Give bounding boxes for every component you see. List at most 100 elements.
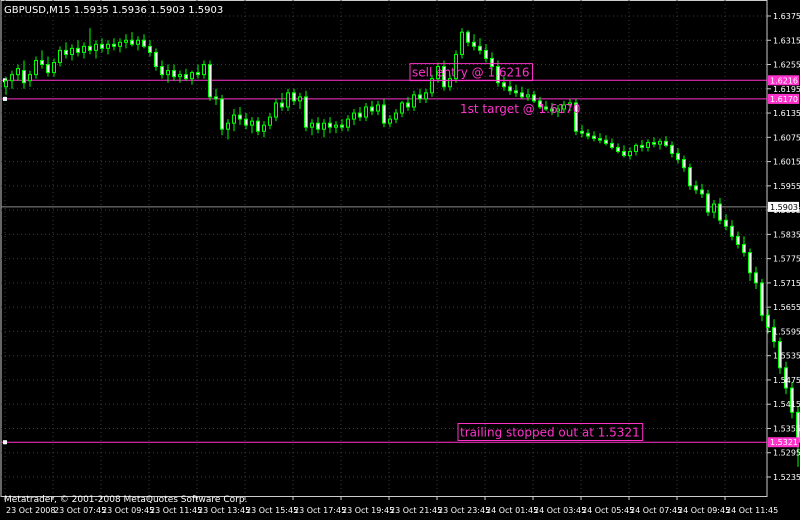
candle-body-bear: [238, 114, 242, 120]
candle-body-bull: [388, 118, 392, 124]
candle-body-bear: [316, 122, 320, 130]
candle-body-bear: [652, 142, 656, 145]
candle-body-bear: [610, 142, 614, 148]
candle-body-bear: [406, 102, 410, 108]
candle-body-bear: [244, 118, 248, 126]
candle-body-bear: [598, 138, 602, 141]
candle-body-bear: [130, 39, 134, 45]
candle-body-bear: [292, 92, 296, 102]
time-tick-label: 24 Oct 03:45: [534, 506, 586, 515]
price-tick-label: 1.6315: [773, 36, 800, 45]
candle: [688, 163, 692, 190]
candle-body-bull: [448, 78, 452, 88]
candle-body-bear: [520, 92, 524, 98]
candle-body-bear: [742, 243, 746, 254]
candle-body-bull: [712, 203, 716, 213]
price-tick-label: 1.6255: [773, 61, 800, 70]
price-tick-label: 1.5655: [773, 303, 800, 312]
time-tick-label: 24 Oct 07:45: [630, 506, 682, 515]
time-tick-label: 23 Oct 07:45: [54, 506, 106, 515]
price-tick-label: 1.5535: [773, 352, 800, 361]
candle-body-bear: [760, 282, 764, 316]
time-tick-label: 23 Oct 19:45: [342, 506, 394, 515]
candle-body-bull: [400, 102, 404, 114]
candle: [208, 60, 212, 101]
candle-body-bear: [358, 112, 362, 118]
candle-body-bear: [184, 74, 188, 80]
level-line-handle[interactable]: [3, 96, 7, 101]
candle-body-bear: [340, 124, 344, 128]
candle-body-bull: [118, 41, 122, 47]
candle-body-bull: [310, 122, 314, 128]
time-tick-label: 23 Oct 23:45: [438, 506, 490, 515]
candle-body-bear: [754, 272, 758, 284]
candle-body-bull: [190, 72, 194, 80]
candle-body-bear: [724, 219, 728, 227]
candle-body-bull: [106, 43, 110, 49]
time-tick-label: 23 Oct 09:45: [102, 506, 154, 515]
candle-body-bear: [718, 203, 722, 221]
time-tick-label: 24 Oct 09:45: [678, 506, 730, 515]
price-tick-label: 1.5775: [773, 255, 800, 264]
price-tick-label: 1.5235: [773, 473, 800, 482]
candle: [304, 90, 308, 132]
price-tick-label: 1.5595: [773, 327, 800, 336]
candle-body-bear: [328, 122, 332, 128]
candle-body-bull: [82, 45, 86, 53]
candle-body-bear: [208, 64, 212, 98]
candle-body-bull: [274, 102, 278, 118]
copyright-text: Metatrader, © 2001-2008 MetaQuotes Softw…: [4, 495, 247, 505]
candle-body-bear: [478, 45, 482, 51]
candle-body-bull: [4, 80, 8, 88]
time-tick-label: 23 Oct 21:45: [390, 506, 442, 515]
candle-body-bull: [250, 120, 254, 126]
candle-body-bull: [166, 70, 170, 76]
level-price-label: 1.6216: [770, 76, 798, 85]
candle-body-bear: [304, 96, 308, 128]
candle-body-bull: [376, 104, 380, 112]
time-tick-label: 23 Oct 11:45: [150, 506, 202, 515]
candle-body-bear: [766, 314, 770, 328]
candle: [220, 94, 224, 136]
candle-body-bull: [268, 116, 272, 126]
candle-body-bear: [694, 185, 698, 191]
candle-body-bull: [28, 74, 32, 82]
time-tick-label: 23 Oct 17:45: [294, 506, 346, 515]
candle-body-bull: [364, 106, 368, 118]
candle-body-bear: [370, 106, 374, 112]
candle-body-bear: [472, 41, 476, 47]
annotation-text: trailing stopped out at 1.5321: [460, 426, 640, 440]
candle-body-bear: [88, 45, 92, 51]
level-price-label: 1.6170: [770, 95, 798, 104]
time-tick-label: 24 Oct 11:45: [726, 506, 778, 515]
candle-body-bull: [634, 144, 638, 152]
candle-body-bear: [22, 70, 26, 84]
candle-body-bear: [196, 72, 200, 76]
candle-body-bear: [502, 82, 506, 88]
candle-body-bear: [154, 51, 158, 68]
candle-body-bear: [748, 252, 752, 274]
candle-body-bear: [640, 144, 644, 148]
symbol-header: GBPUSD,M15 1.5935 1.5936 1.5903 1.5903: [4, 5, 223, 16]
candle-body-bull: [286, 92, 290, 108]
candle-body-bull: [136, 39, 140, 45]
level-line-handle[interactable]: [3, 440, 7, 445]
candle-body-bull: [10, 74, 14, 82]
price-tick-label: 1.6195: [773, 85, 800, 94]
time-tick-label: 24 Oct 01:45: [486, 506, 538, 515]
level-price-label: 1.5321: [770, 438, 798, 447]
candle-body-bear: [64, 49, 68, 55]
candle: [760, 278, 764, 322]
candle-body-bear: [40, 59, 44, 66]
candle-body-bull: [334, 124, 338, 128]
candle-body-bear: [622, 150, 626, 157]
price-chart[interactable]: sell entry @ 1.6216 1st target @ 1.6170 tr…: [0, 0, 800, 520]
time-tick-label: 24 Oct 05:45: [582, 506, 634, 515]
candle-body-bull: [394, 112, 398, 120]
candle-body-bear: [616, 146, 620, 152]
annotation-text: sell entry @ 1.6216: [412, 66, 529, 80]
candle-body-bear: [46, 64, 50, 74]
candle-body-bear: [466, 31, 470, 43]
candle-body-bear: [160, 66, 164, 76]
price-tick-label: 1.6375: [773, 12, 800, 21]
